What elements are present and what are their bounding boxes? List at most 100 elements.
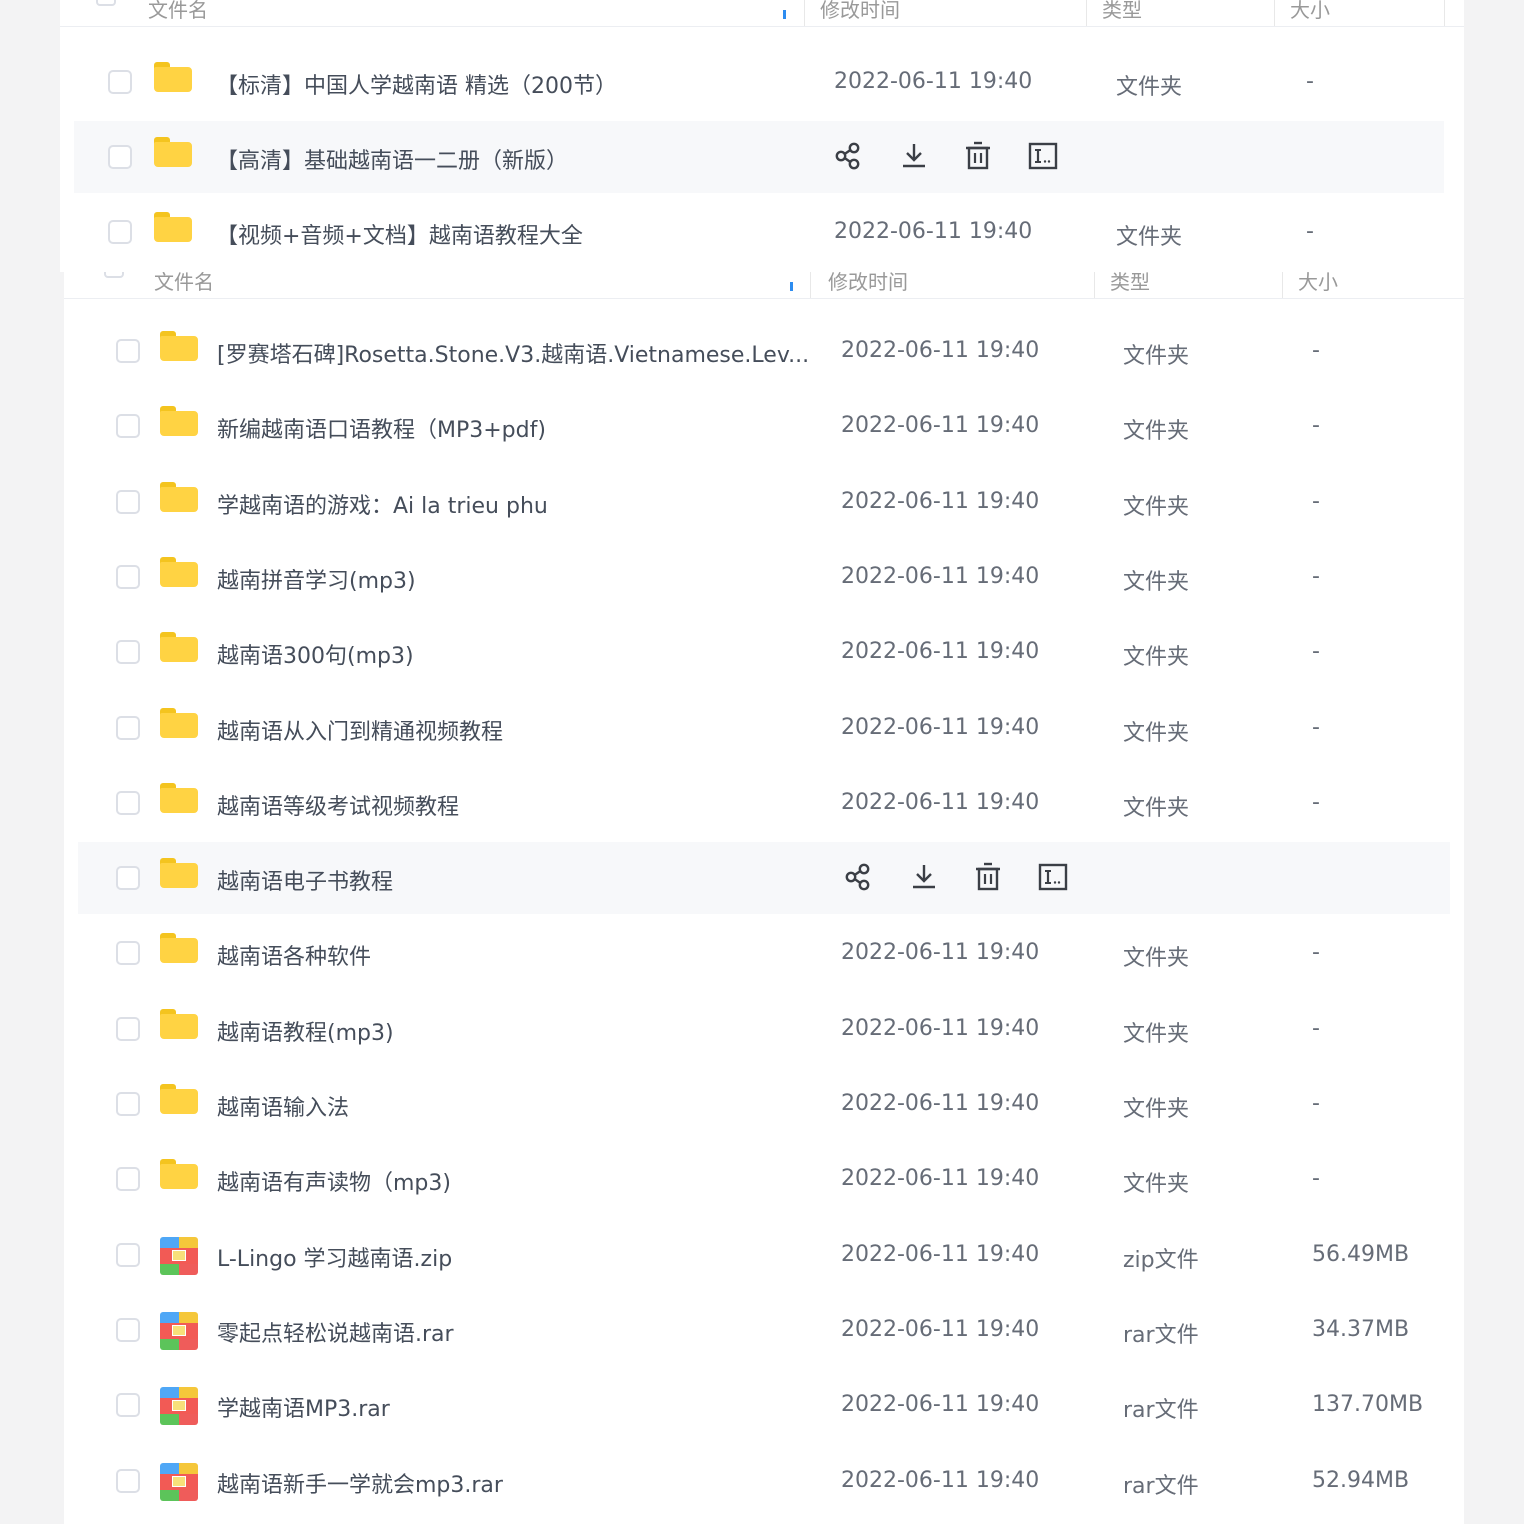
row-checkbox[interactable] xyxy=(116,715,140,740)
row-checkbox[interactable] xyxy=(116,564,140,589)
file-size: - xyxy=(1312,789,1320,815)
file-size: - xyxy=(1312,413,1320,439)
column-modified-header[interactable]: 修改时间 xyxy=(828,272,908,295)
row-checkbox[interactable] xyxy=(116,1393,140,1418)
file-type: rar文件 xyxy=(1123,1473,1199,1499)
share-icon[interactable] xyxy=(842,860,876,894)
file-type: rar文件 xyxy=(1123,1322,1199,1348)
row-checkbox[interactable] xyxy=(116,1317,140,1342)
file-name[interactable]: 零起点轻松说越南语.rar xyxy=(217,1316,454,1348)
row-checkbox[interactable] xyxy=(116,640,140,665)
select-all-checkbox[interactable] xyxy=(104,272,124,278)
folder-icon xyxy=(154,62,192,92)
column-name-header[interactable]: 文件名 xyxy=(148,0,208,23)
table-row[interactable]: 越南语等级考试视频教程 2022-06-11 19:40 文件夹 - xyxy=(78,767,1450,839)
row-checkbox[interactable] xyxy=(116,1242,140,1267)
archive-icon xyxy=(160,1311,198,1350)
folder-icon xyxy=(160,632,198,663)
delete-icon[interactable] xyxy=(961,139,995,173)
modified-time: 2022-06-11 19:40 xyxy=(841,338,1040,363)
file-name[interactable]: 【视频+音频+文档】越南语教程大全 xyxy=(216,218,583,250)
file-name[interactable]: 【标清】中国人学越南语 精选（200节） xyxy=(216,68,617,100)
table-row[interactable]: 越南拼音学习(mp3) 2022-06-11 19:40 文件夹 - xyxy=(78,541,1450,613)
row-checkbox[interactable] xyxy=(116,414,140,439)
table-row[interactable]: 零起点轻松说越南语.rar 2022-06-11 19:40 rar文件 34.37M… xyxy=(78,1294,1450,1366)
file-name[interactable]: 越南语300句(mp3) xyxy=(217,638,414,670)
folder-icon xyxy=(160,406,198,437)
table-row[interactable]: [罗赛塔石碑]Rosetta.Stone.V3.越南语.Vietnamese.L… xyxy=(78,315,1450,387)
table-row[interactable]: 【视频+音频+文档】越南语教程大全 2022-06-11 19:40 文件夹 - xyxy=(74,196,1444,268)
modified-time: 2022-06-11 19:40 xyxy=(841,1091,1040,1116)
row-checkbox[interactable] xyxy=(116,489,140,514)
column-type-header[interactable]: 类型 xyxy=(1102,0,1142,23)
column-size-header[interactable]: 大小 xyxy=(1298,272,1338,295)
delete-icon[interactable] xyxy=(971,860,1005,894)
column-divider xyxy=(1444,0,1445,26)
row-checkbox[interactable] xyxy=(116,790,140,815)
rename-icon[interactable] xyxy=(1026,139,1060,173)
download-icon[interactable] xyxy=(907,860,941,894)
row-checkbox[interactable] xyxy=(116,1092,140,1116)
file-name[interactable]: 越南语等级考试视频教程 xyxy=(217,789,459,821)
table-row[interactable]: 越南语有声读物（mp3) 2022-06-11 19:40 文件夹 - xyxy=(78,1143,1450,1215)
folder-icon xyxy=(160,1159,198,1190)
table-row[interactable]: 越南语教程(mp3) 2022-06-11 19:40 文件夹 - xyxy=(78,993,1450,1065)
file-name[interactable]: 越南语各种软件 xyxy=(217,939,371,971)
file-name[interactable]: 越南语电子书教程 xyxy=(217,864,393,896)
file-size: 137.70MB xyxy=(1312,1392,1424,1418)
column-name-header[interactable]: 文件名 xyxy=(154,272,214,295)
file-name[interactable]: 新编越南语口语教程（MP3+pdf) xyxy=(217,412,546,444)
file-type: 文件夹 xyxy=(1116,75,1183,100)
file-name[interactable]: 越南语有声读物（mp3) xyxy=(217,1165,451,1197)
download-icon[interactable] xyxy=(897,139,931,173)
file-type: 文件夹 xyxy=(1123,645,1190,671)
table-row[interactable]: 【标清】中国人学越南语 精选（200节） 2022-06-11 19:40 文件夹 - xyxy=(74,46,1444,118)
archive-icon xyxy=(160,1236,198,1275)
archive-icon xyxy=(160,1462,198,1501)
table-row[interactable]: 越南语新手一学就会mp3.rar 2022-06-11 19:40 rar文件 52.… xyxy=(78,1445,1450,1517)
file-name[interactable]: L-Lingo 学习越南语.zip xyxy=(217,1241,452,1273)
column-size-header[interactable]: 大小 xyxy=(1290,0,1330,23)
table-row[interactable]: 越南语电子书教程 xyxy=(78,842,1450,915)
file-type: 文件夹 xyxy=(1123,494,1190,520)
row-checkbox[interactable] xyxy=(108,70,132,94)
row-checkbox[interactable] xyxy=(116,1167,140,1192)
file-name[interactable]: [罗赛塔石碑]Rosetta.Stone.V3.越南语.Vietnamese.L… xyxy=(217,337,809,369)
share-icon[interactable] xyxy=(832,139,866,173)
row-checkbox[interactable] xyxy=(116,339,140,363)
table-row[interactable]: 【高清】基础越南语一二册（新版） xyxy=(74,121,1444,193)
row-checkbox[interactable] xyxy=(108,220,132,244)
file-name[interactable]: 越南语新手一学就会mp3.rar xyxy=(217,1467,503,1499)
file-name[interactable]: 越南语教程(mp3) xyxy=(217,1015,394,1047)
row-checkbox[interactable] xyxy=(116,941,140,966)
row-checkbox[interactable] xyxy=(108,145,132,169)
file-size: - xyxy=(1312,1091,1320,1116)
row-checkbox[interactable] xyxy=(116,1016,140,1041)
table-row[interactable]: 越南语300句(mp3) 2022-06-11 19:40 文件夹 - xyxy=(78,616,1450,688)
table-row[interactable]: 越南语从入门到精通视频教程 2022-06-11 19:40 文件夹 - xyxy=(78,692,1450,764)
row-checkbox[interactable] xyxy=(116,1468,140,1493)
file-type: 文件夹 xyxy=(1123,1097,1190,1122)
modified-time: 2022-06-11 19:40 xyxy=(834,219,1033,244)
table-row[interactable]: 新编越南语口语教程（MP3+pdf) 2022-06-11 19:40 文件夹 - xyxy=(78,390,1450,462)
table-row[interactable]: 越南语各种软件 2022-06-11 19:40 文件夹 - xyxy=(78,917,1450,989)
select-all-checkbox[interactable] xyxy=(96,0,116,6)
modified-time: 2022-06-11 19:40 xyxy=(841,789,1040,815)
file-name[interactable]: 学越南语MP3.rar xyxy=(217,1391,390,1423)
table-row[interactable]: L-Lingo 学习越南语.zip 2022-06-11 19:40 zip文件 56… xyxy=(78,1219,1450,1291)
column-modified-header[interactable]: 修改时间 xyxy=(820,0,900,23)
file-name[interactable]: 越南语从入门到精通视频教程 xyxy=(217,714,503,746)
table-row[interactable]: 越南语输入法 2022-06-11 19:40 文件夹 - xyxy=(78,1068,1450,1140)
file-name[interactable]: 【高清】基础越南语一二册（新版） xyxy=(216,143,568,175)
rename-icon[interactable] xyxy=(1036,860,1070,894)
column-type-header[interactable]: 类型 xyxy=(1110,272,1150,295)
modified-time: 2022-06-11 19:40 xyxy=(841,1316,1040,1342)
file-name[interactable]: 学越南语的游戏：Ai la trieu phu xyxy=(217,488,548,520)
file-name[interactable]: 越南语输入法 xyxy=(217,1090,349,1122)
file-type: 文件夹 xyxy=(1123,569,1190,595)
row-checkbox[interactable] xyxy=(116,866,140,891)
table-row[interactable]: 学越南语MP3.rar 2022-06-11 19:40 rar文件 137.70MB xyxy=(78,1369,1450,1441)
file-type: 文件夹 xyxy=(1123,720,1190,746)
table-row[interactable]: 学越南语的游戏：Ai la trieu phu 2022-06-11 19:40 文… xyxy=(78,466,1450,538)
file-name[interactable]: 越南拼音学习(mp3) xyxy=(217,563,416,595)
